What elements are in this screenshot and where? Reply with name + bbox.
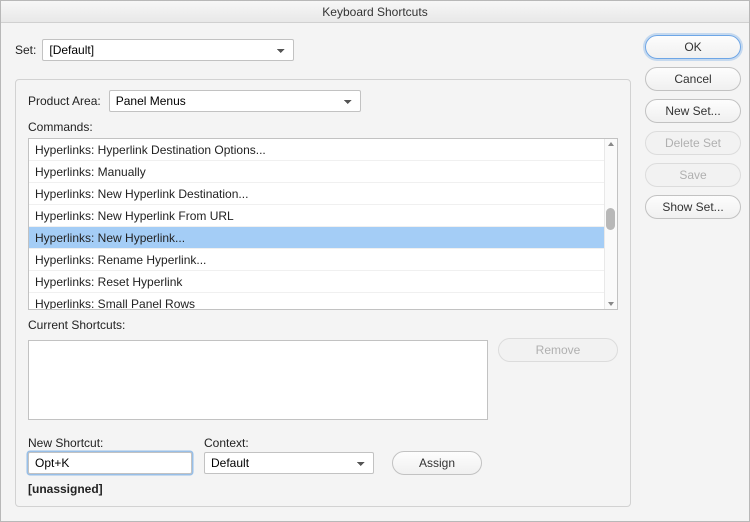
context-label: Context:: [204, 436, 374, 450]
list-item[interactable]: Hyperlinks: Rename Hyperlink...: [29, 249, 604, 271]
new-shortcut-input[interactable]: [28, 452, 192, 474]
delete-set-button[interactable]: Delete Set: [645, 131, 741, 155]
list-item[interactable]: Hyperlinks: Manually: [29, 161, 604, 183]
new-shortcut-label: New Shortcut:: [28, 436, 192, 450]
commands-label: Commands:: [28, 120, 618, 134]
commands-list[interactable]: Hyperlinks: Hyperlink Destination Option…: [28, 138, 618, 310]
list-item[interactable]: Hyperlinks: Reset Hyperlink: [29, 271, 604, 293]
show-set-button[interactable]: Show Set...: [645, 195, 741, 219]
product-area-select[interactable]: Panel Menus: [109, 90, 361, 112]
cancel-button[interactable]: Cancel: [645, 67, 741, 91]
list-item[interactable]: Hyperlinks: Hyperlink Destination Option…: [29, 139, 604, 161]
window-title: Keyboard Shortcuts: [1, 1, 749, 23]
remove-button[interactable]: Remove: [498, 338, 618, 362]
list-item[interactable]: Hyperlinks: New Hyperlink...: [29, 227, 604, 249]
scroll-down-icon[interactable]: [608, 302, 614, 306]
assignment-status: [unassigned]: [28, 482, 618, 496]
scrollbar[interactable]: [604, 139, 617, 309]
scroll-up-icon[interactable]: [608, 142, 614, 146]
list-item[interactable]: Hyperlinks: New Hyperlink From URL: [29, 205, 604, 227]
list-item[interactable]: Hyperlinks: New Hyperlink Destination...: [29, 183, 604, 205]
current-shortcuts-label: Current Shortcuts:: [28, 318, 618, 332]
context-select[interactable]: Default: [204, 452, 374, 474]
assign-button[interactable]: Assign: [392, 451, 482, 475]
set-select[interactable]: [Default]: [42, 39, 294, 61]
list-item[interactable]: Hyperlinks: Small Panel Rows: [29, 293, 604, 310]
save-button[interactable]: Save: [645, 163, 741, 187]
product-area-label: Product Area:: [28, 94, 101, 108]
set-label: Set:: [15, 43, 36, 57]
ok-button[interactable]: OK: [645, 35, 741, 59]
scroll-thumb[interactable]: [606, 208, 615, 230]
new-set-button[interactable]: New Set...: [645, 99, 741, 123]
current-shortcuts-list[interactable]: [28, 340, 488, 420]
